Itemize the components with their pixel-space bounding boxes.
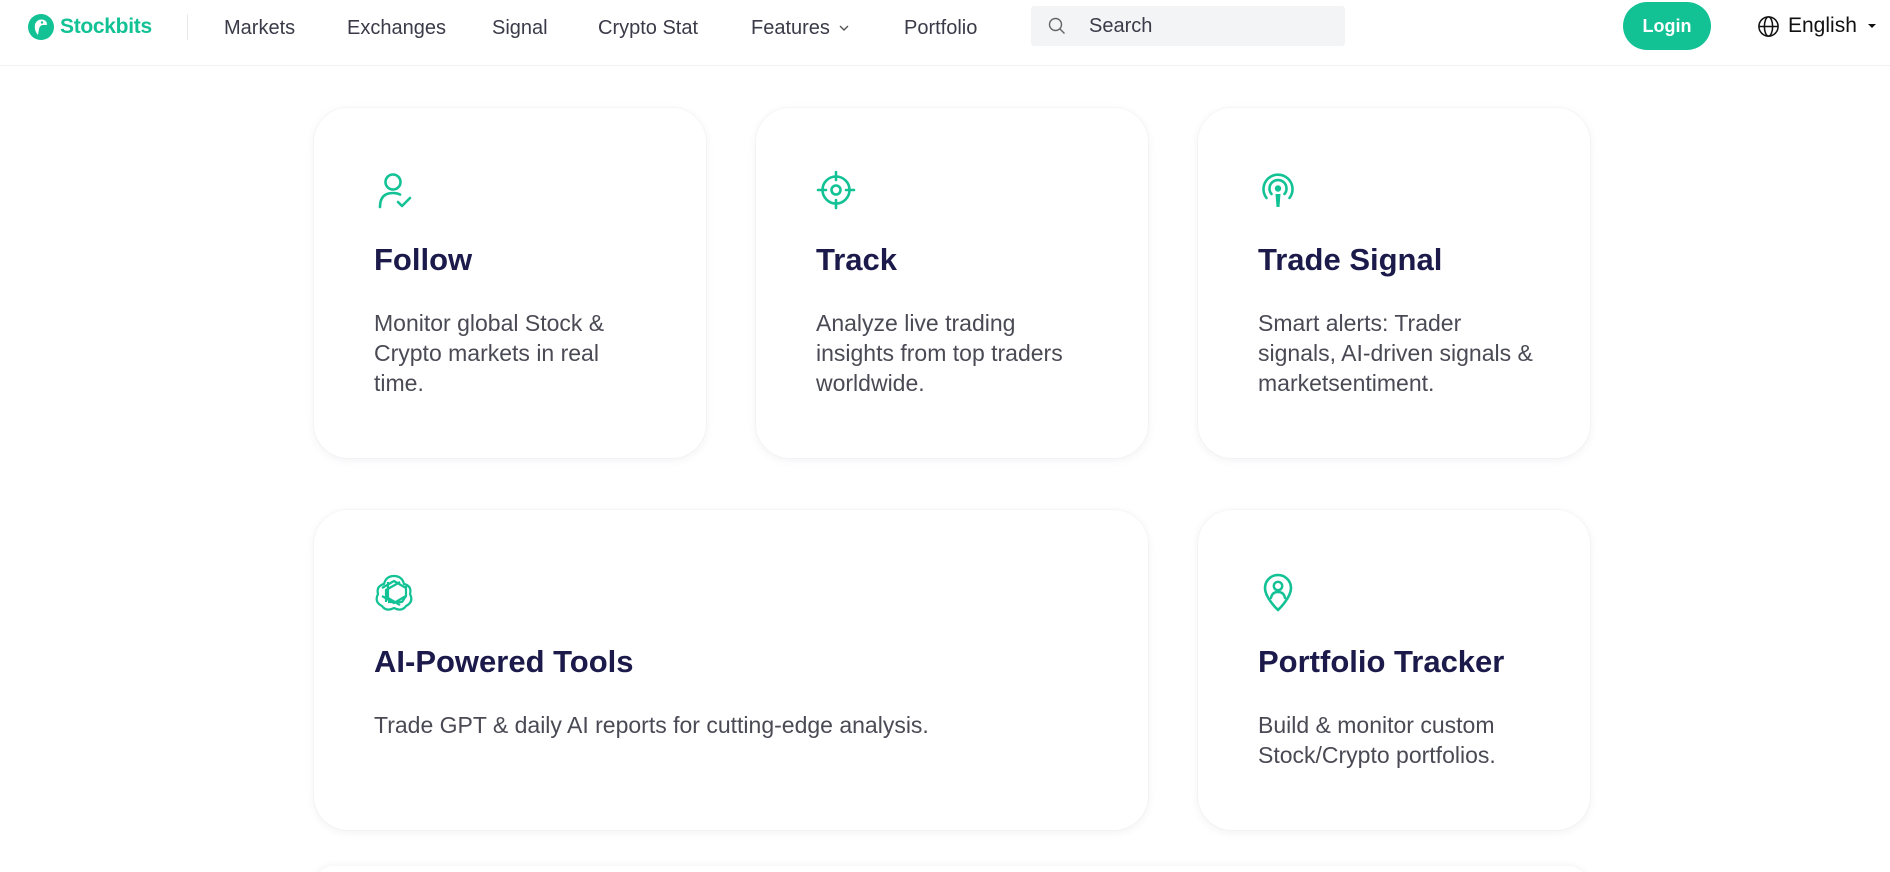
ai-knot-icon: [374, 572, 414, 612]
login-button[interactable]: Login: [1623, 2, 1711, 50]
nav-features[interactable]: Features: [751, 16, 850, 40]
feature-card-trade-signal: Trade Signal Smart alerts: Trader signal…: [1198, 108, 1590, 458]
globe-icon: [1758, 15, 1779, 37]
next-section-card-edge: [314, 866, 1588, 872]
nav-signal[interactable]: Signal: [492, 16, 548, 40]
nav-crypto-stat[interactable]: Crypto Stat: [598, 16, 698, 40]
search-input[interactable]: [1089, 13, 1329, 39]
nav-label: Crypto Stat: [598, 17, 699, 39]
logo-divider: [187, 14, 188, 40]
nav-label: Markets: [224, 17, 296, 39]
stockbits-logo[interactable]: Stockbits: [26, 12, 152, 42]
broadcast-signal-icon: [1258, 170, 1298, 210]
user-check-icon: [374, 170, 414, 210]
card-title: Track: [816, 242, 898, 277]
feature-card-portfolio-tracker: Portfolio Tracker Build & monitor custom…: [1198, 510, 1590, 830]
card-description: Trade GPT & daily AI reports for cutting…: [374, 712, 929, 738]
card-description: Build & monitor custom Stock/Crypto port…: [1258, 712, 1496, 768]
card-title: Trade Signal: [1258, 242, 1443, 277]
card-description: Analyze live trading insights from top t…: [816, 310, 1063, 396]
card-description: Smart alerts: Trader signals, AI-driven …: [1258, 310, 1533, 396]
nav-label: Signal: [492, 17, 548, 39]
caret-down-icon: [1867, 24, 1876, 28]
feature-card-ai-powered-tools: AI-Powered Tools Trade GPT & daily AI re…: [314, 510, 1148, 830]
nav-portfolio[interactable]: Portfolio: [904, 16, 977, 40]
nav-label: Exchanges: [347, 17, 446, 39]
language-label: English: [1788, 14, 1857, 37]
nav-label: Portfolio: [904, 17, 978, 39]
nav-exchanges[interactable]: Exchanges: [347, 16, 446, 40]
card-title: Follow: [374, 242, 473, 277]
top-nav-bar: Stockbits Markets Exchanges Signal Crypt…: [0, 0, 1890, 66]
language-selector[interactable]: English: [1757, 13, 1877, 39]
logo-text: Stockbits: [60, 15, 152, 38]
location-user-icon: [1258, 572, 1298, 612]
stockbits-bird-icon: [28, 14, 54, 40]
nav-markets[interactable]: Markets: [224, 16, 295, 40]
feature-card-follow: Follow Monitor global Stock & Crypto mar…: [314, 108, 706, 458]
nav-label: Features: [751, 17, 830, 39]
search-icon: [1048, 17, 1065, 34]
card-title: Portfolio Tracker: [1258, 644, 1505, 679]
chevron-down-icon: [839, 25, 849, 31]
search-box: [1031, 6, 1345, 46]
card-title: AI-Powered Tools: [374, 644, 634, 679]
crosshair-icon: [816, 170, 856, 210]
card-description: Monitor global Stock & Crypto markets in…: [374, 310, 605, 396]
feature-card-track: Track Analyze live trading insights from…: [756, 108, 1148, 458]
